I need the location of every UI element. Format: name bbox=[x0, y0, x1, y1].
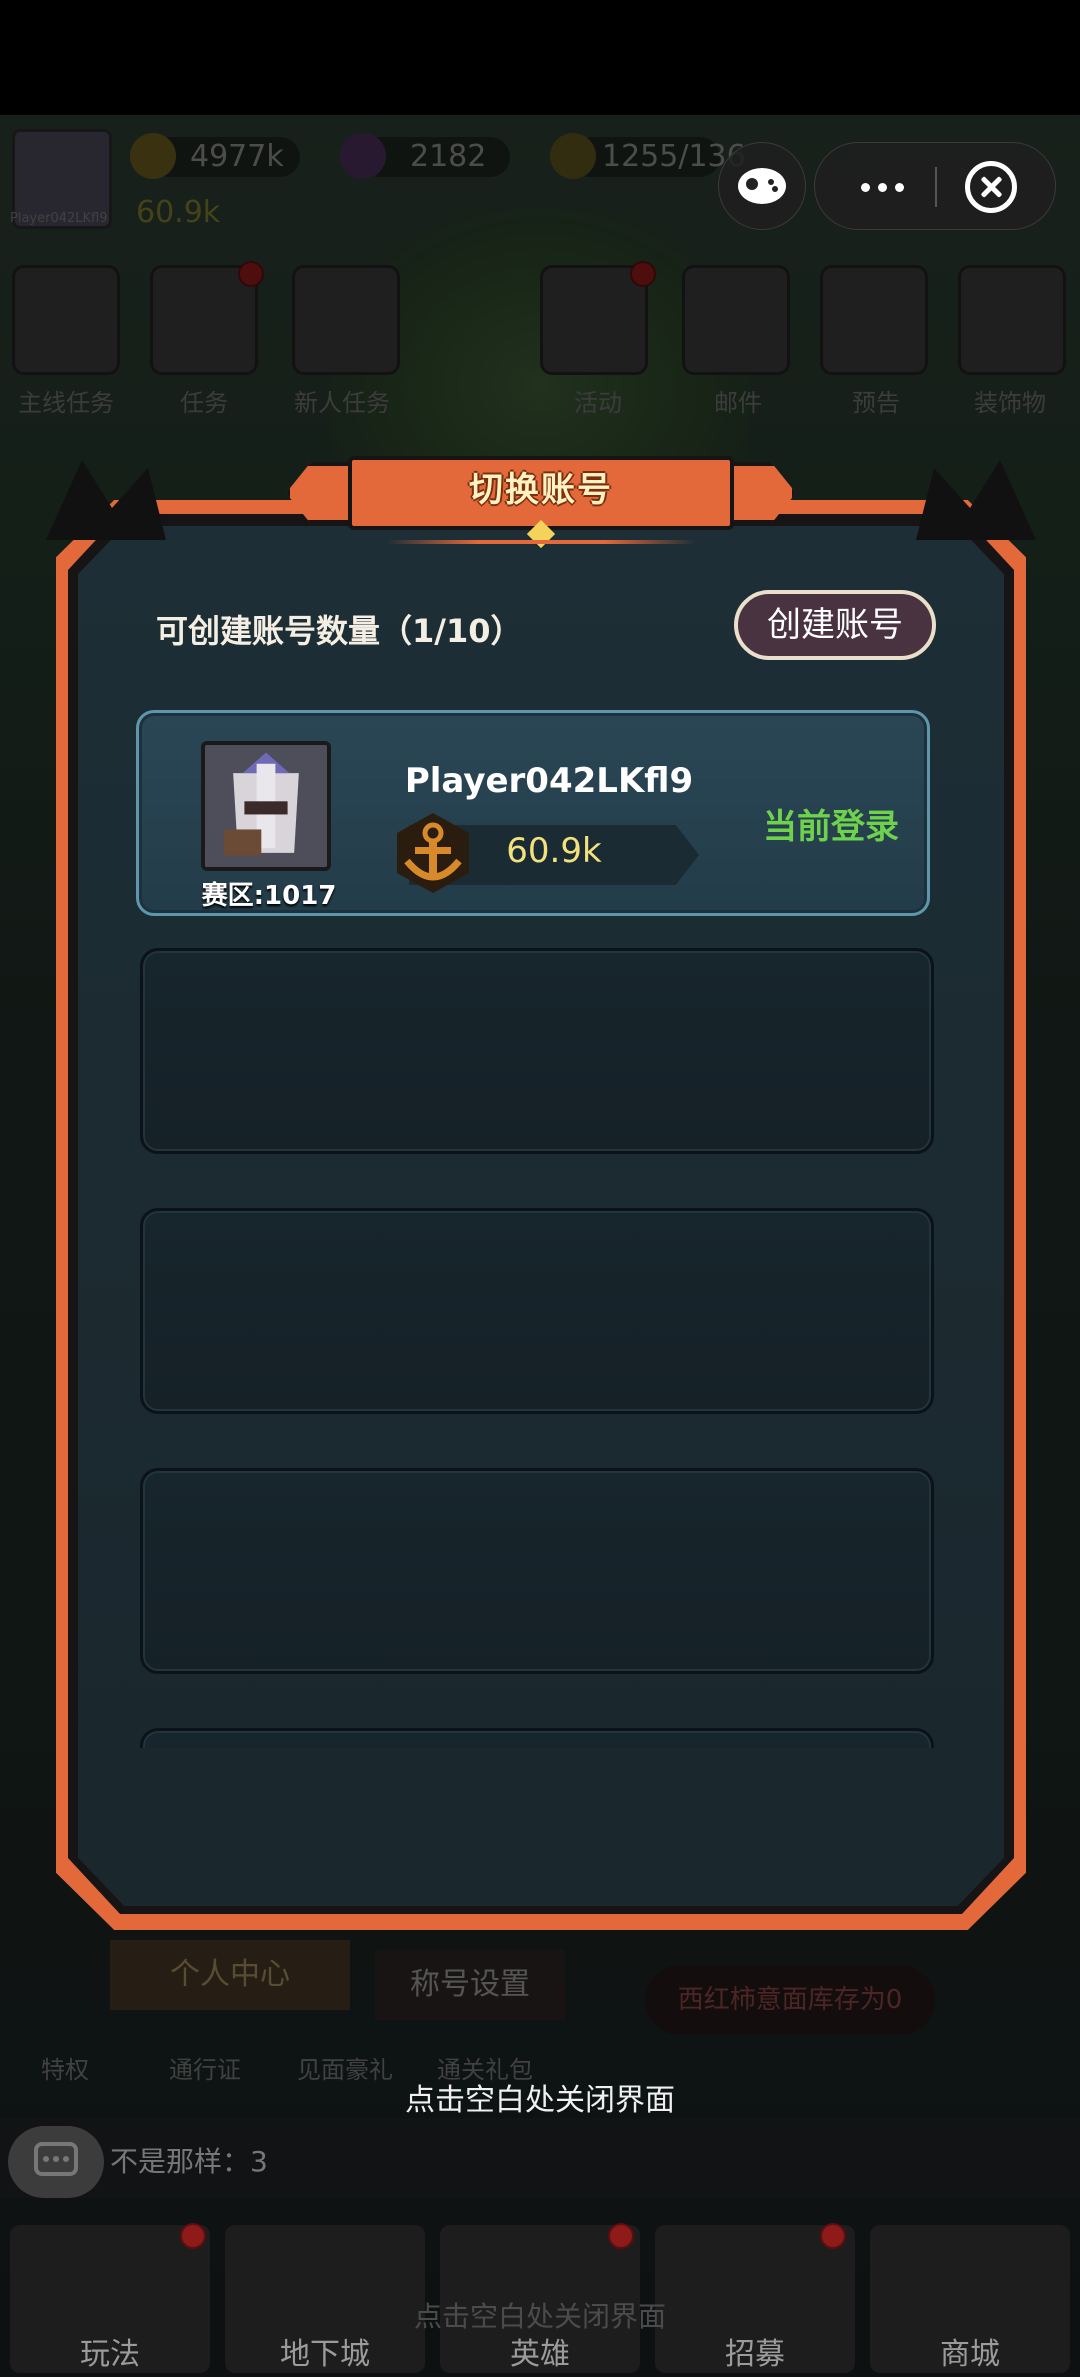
current-login-status: 当前登录 bbox=[763, 807, 899, 847]
menu-label: 预告 bbox=[852, 389, 900, 417]
tomato-stock-notice: 西红柿意面库存为0 bbox=[645, 1965, 935, 2035]
task-icon[interactable] bbox=[150, 265, 258, 375]
notification-dot bbox=[820, 2223, 846, 2249]
empty-account-slot[interactable] bbox=[140, 1468, 934, 1674]
game-center-button[interactable] bbox=[718, 142, 806, 230]
hero-portrait-icon bbox=[205, 745, 327, 867]
top-menu-row: 主线任务 任务 新人任务 活动 邮件 预告 装饰物 bbox=[0, 261, 1080, 417]
gold-coin-icon bbox=[130, 133, 176, 179]
account-avatar bbox=[201, 741, 331, 871]
notification-dot bbox=[608, 2223, 634, 2249]
nav-label: 地下城 bbox=[280, 2337, 370, 2372]
stamina-counter: 1255/136 bbox=[550, 133, 746, 179]
menu-label: 新人任务 bbox=[294, 389, 390, 417]
account-card[interactable]: 赛区:1017 Player042LKfl9 60.9k 当前登录 bbox=[136, 710, 930, 916]
empty-account-slot[interactable] bbox=[140, 1208, 934, 1414]
close-hint: 点击空白处关闭界面 bbox=[405, 2083, 675, 2118]
dialog-title: 切换账号 bbox=[469, 470, 613, 510]
account-server: 赛区:1017 bbox=[201, 881, 337, 911]
event-icon[interactable] bbox=[540, 265, 648, 375]
close-icon[interactable] bbox=[965, 161, 1017, 213]
nav-label: 玩法 bbox=[80, 2337, 140, 2372]
menu-label: 装饰物 bbox=[974, 389, 1046, 417]
more-button[interactable] bbox=[837, 165, 927, 209]
menu-label: 邮件 bbox=[714, 389, 762, 417]
dot-icon bbox=[877, 182, 887, 192]
lightning-icon bbox=[550, 133, 596, 179]
player-avatar-top bbox=[12, 129, 112, 229]
title-settings-button[interactable]: 称号设置 bbox=[375, 1950, 565, 2020]
nav-label: 商城 bbox=[940, 2337, 1000, 2372]
gem-icon bbox=[340, 133, 386, 179]
gem-counter: 2182 bbox=[340, 133, 510, 179]
anchor-icon bbox=[397, 813, 469, 893]
gold-counter: 4977k bbox=[130, 133, 300, 179]
account-list: 赛区:1017 Player042LKfl9 60.9k 当前登录 bbox=[136, 700, 948, 1748]
preview-icon[interactable] bbox=[820, 265, 928, 375]
mini-program-capsule bbox=[814, 142, 1056, 230]
nav-label: 招募 bbox=[725, 2337, 785, 2372]
empty-account-slot[interactable] bbox=[140, 1728, 934, 1748]
create-account-button[interactable]: 创建账号 bbox=[734, 590, 936, 660]
notification-dot bbox=[238, 261, 264, 287]
power-counter-top: 60.9k bbox=[136, 195, 221, 230]
switch-account-dialog: 切换账号 可创建账号数量（1/10） 创建账号 赛区:1017 Player04… bbox=[46, 456, 1036, 1930]
empty-account-slot[interactable] bbox=[140, 948, 934, 1154]
menu-label: 主线任务 bbox=[18, 389, 114, 417]
account-power: 60.9k bbox=[506, 831, 602, 871]
decoration-icon[interactable] bbox=[958, 265, 1066, 375]
main-quest-icon[interactable] bbox=[12, 265, 120, 375]
title-underline bbox=[386, 540, 696, 544]
nav-label: 英雄 bbox=[510, 2337, 570, 2372]
personal-center-button[interactable]: 个人中心 bbox=[110, 1940, 350, 2010]
chat-bubble-icon[interactable] bbox=[8, 2126, 104, 2198]
dot-icon bbox=[860, 182, 870, 192]
ghost-close-hint: 点击空白处关闭界面 bbox=[413, 2300, 666, 2333]
chat-preview: 不是那样：3 bbox=[110, 2145, 268, 2178]
notification-dot bbox=[180, 2223, 206, 2249]
player-name-top: Player042LKfl9 bbox=[10, 211, 108, 226]
newbie-task-icon[interactable] bbox=[292, 265, 400, 375]
dot-icon bbox=[894, 182, 904, 192]
menu-label: 任务 bbox=[180, 389, 228, 417]
account-count-label: 可创建账号数量（1/10） bbox=[156, 612, 523, 650]
dialog-title-banner: 切换账号 bbox=[286, 448, 796, 549]
chat-bar[interactable]: 不是那样：3 bbox=[0, 2118, 1080, 2198]
gamepad-icon bbox=[738, 168, 786, 204]
capsule-divider bbox=[935, 167, 937, 207]
mail-icon[interactable] bbox=[682, 265, 790, 375]
notification-dot bbox=[630, 261, 656, 287]
menu-label: 活动 bbox=[574, 389, 622, 417]
account-name: Player042LKfl9 bbox=[404, 761, 694, 801]
